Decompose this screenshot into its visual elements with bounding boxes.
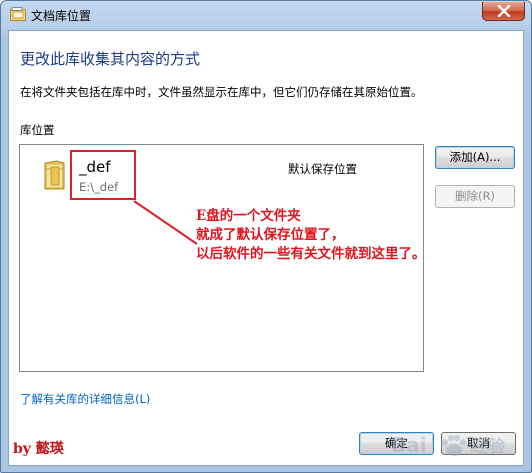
remove-button[interactable]: 删除(R) — [435, 185, 515, 208]
annotation-highlight-box — [70, 150, 136, 200]
add-button[interactable]: 添加(A)... — [435, 146, 515, 169]
annotation-text: E盘的一个文件夹 就成了默认保存位置了， 以后软件的一些有关文件就到这里了。 — [196, 207, 426, 264]
folder-icon — [44, 160, 65, 190]
close-icon — [497, 5, 511, 17]
close-button[interactable] — [482, 2, 525, 21]
annotation-line: E盘的一个文件夹 — [196, 208, 301, 224]
more-info-link[interactable]: 了解有关库的详细信息(L) — [20, 391, 150, 407]
library-icon — [10, 7, 26, 21]
library-locations-dialog: 文档库位置 更改此库收集其内容的方式 在将文件夹包括在库中时，文件虽然显示在库中… — [0, 0, 532, 473]
svg-text:Bai: Bai — [391, 433, 427, 457]
annotation-line: 以后软件的一些有关文件就到这里了。 — [196, 246, 426, 262]
page-title: 更改此库收集其内容的方式 — [20, 50, 201, 68]
description-text: 在将文件夹包括在库中时，文件虽然显示在库中，但它们仍存储在其原始位置。 — [20, 85, 423, 99]
default-save-location-badge: 默认保存位置 — [288, 162, 357, 176]
window-title: 文档库位置 — [31, 9, 92, 23]
title-bar[interactable]: 文档库位置 — [1, 1, 531, 31]
author-watermark: by 懿瑛 — [13, 441, 64, 457]
library-locations-label: 库位置 — [20, 123, 55, 137]
baidu-jingyan-logo: Bai 经验 — [391, 433, 506, 457]
annotation-line: 就成了默认保存位置了， — [196, 227, 345, 243]
svg-text:经验: 经验 — [471, 436, 506, 457]
